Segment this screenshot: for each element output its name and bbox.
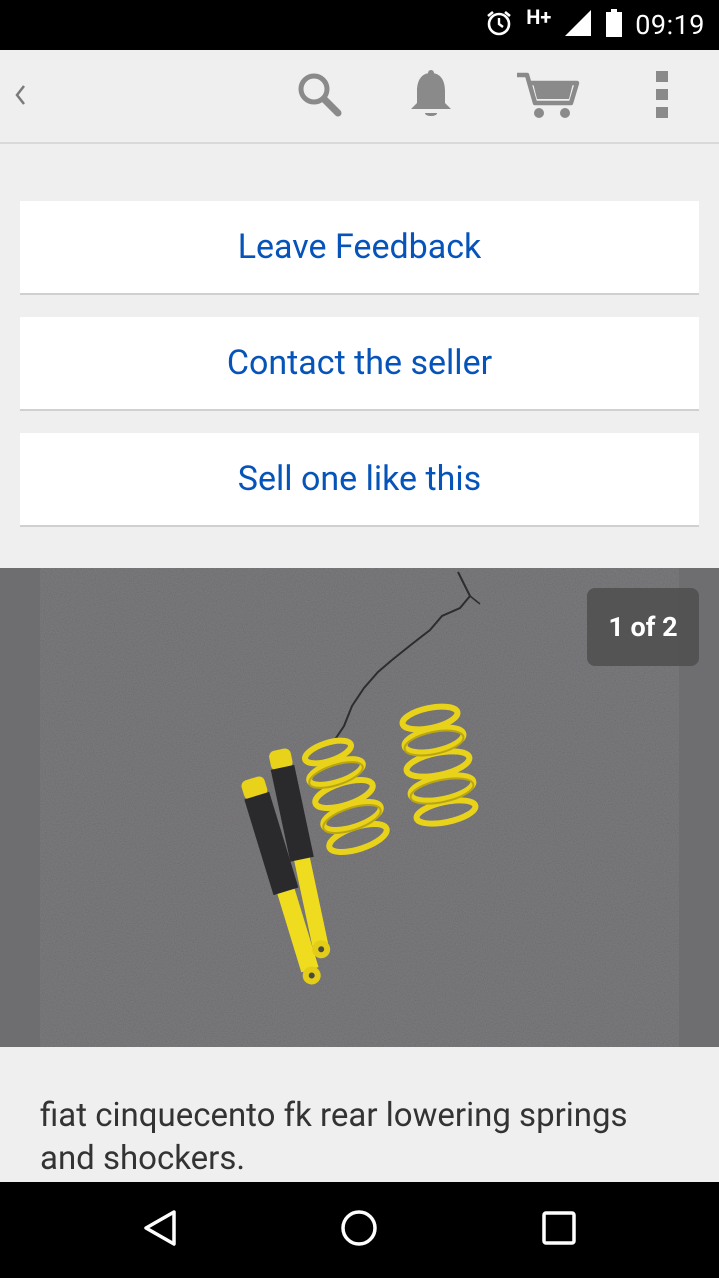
home-circle-icon	[339, 1208, 379, 1252]
back-button[interactable]	[0, 50, 40, 144]
overflow-menu-button[interactable]	[636, 50, 688, 144]
nav-back-button[interactable]	[115, 1182, 205, 1278]
chevron-left-icon	[12, 80, 28, 114]
nav-recents-button[interactable]	[514, 1182, 604, 1278]
item-title-section: fiat cinquecento fk rear lowering spring…	[0, 1047, 719, 1182]
bell-icon	[407, 69, 455, 125]
item-title: fiat cinquecento fk rear lowering spring…	[40, 1096, 628, 1178]
back-triangle-icon	[140, 1208, 180, 1252]
leave-feedback-button[interactable]: Leave Feedback	[20, 201, 699, 295]
status-icons: H+ 09:19	[484, 0, 705, 50]
search-icon	[293, 69, 345, 125]
alarm-icon	[484, 8, 514, 42]
overflow-menu-icon	[654, 69, 670, 125]
search-button[interactable]	[286, 50, 352, 144]
cart-button[interactable]	[508, 50, 588, 144]
contact-seller-button[interactable]: Contact the seller	[20, 317, 699, 411]
network-type: H+	[526, 5, 552, 29]
battery-icon	[605, 8, 623, 42]
item-photo[interactable]	[40, 568, 679, 1047]
clock: 09:19	[635, 9, 705, 41]
app-toolbar	[0, 50, 719, 144]
sell-one-like-this-button[interactable]: Sell one like this	[20, 433, 699, 527]
status-bar: H+ 09:19	[0, 0, 719, 50]
recents-square-icon	[539, 1208, 579, 1252]
cart-icon	[515, 69, 581, 125]
signal-icon	[563, 8, 593, 42]
system-nav-bar	[0, 1182, 719, 1278]
nav-home-button[interactable]	[314, 1182, 404, 1278]
notifications-button[interactable]	[398, 50, 464, 144]
image-counter-badge: 1 of 2	[587, 588, 699, 666]
